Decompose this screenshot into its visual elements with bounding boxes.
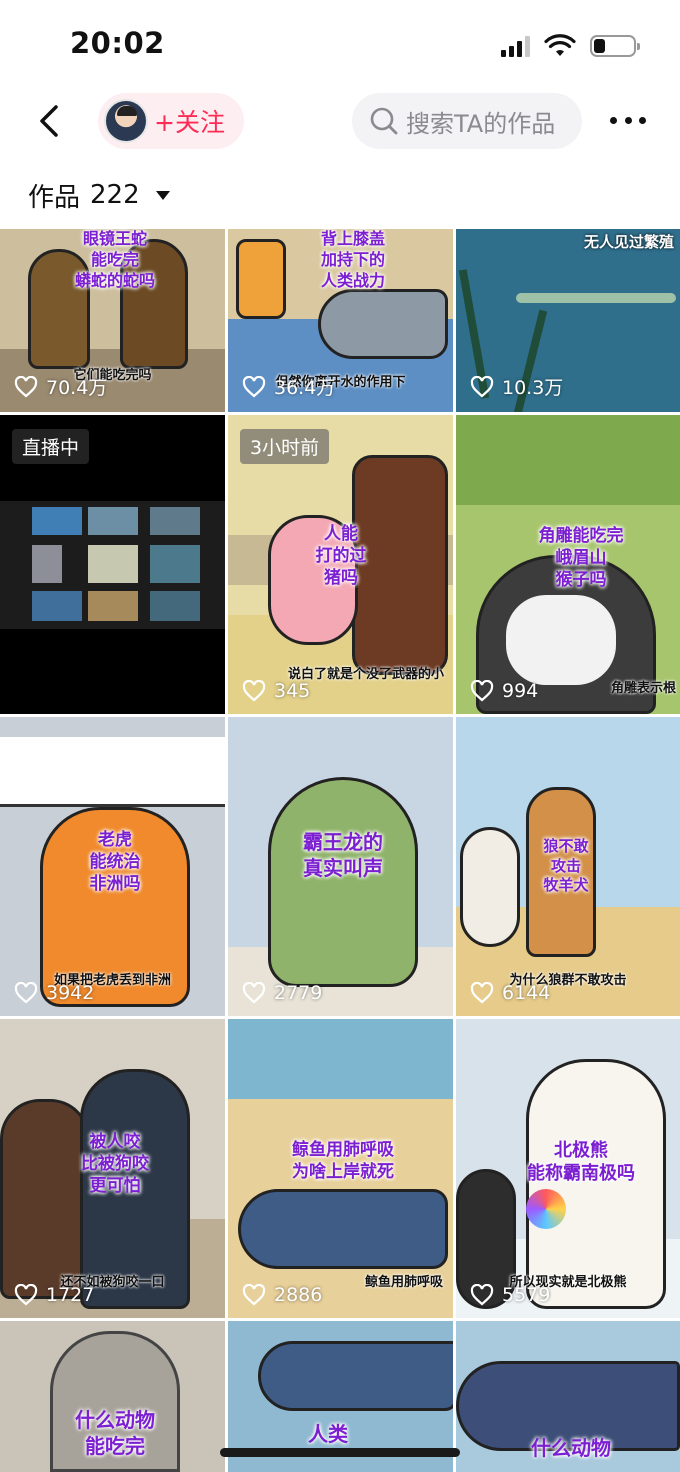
heart-icon	[14, 1284, 38, 1306]
like-count: 6144	[470, 982, 550, 1004]
video-title-overlay: 背上膝盖 加持下的 人类战力	[320, 229, 385, 290]
like-count-value: 6144	[502, 982, 551, 1004]
status-bar: 20:02	[0, 0, 680, 90]
like-count: 2886	[242, 1284, 322, 1306]
battery-icon	[590, 35, 640, 57]
more-dot-icon	[610, 116, 617, 124]
follow-button[interactable]: +关注	[98, 93, 244, 149]
search-input[interactable]: 搜索TA的作品	[352, 93, 582, 149]
wifi-icon	[544, 34, 576, 56]
video-tile[interactable]: 什么动物	[456, 1321, 680, 1472]
search-placeholder: 搜索TA的作品	[406, 109, 556, 138]
heart-icon	[242, 982, 266, 1004]
like-count: 2779	[242, 982, 322, 1004]
heart-icon	[242, 680, 266, 702]
video-title-overlay: 狼不敢 攻击 牧羊犬	[543, 837, 589, 894]
video-title-overlay: 北极熊 能称霸南极吗	[527, 1140, 635, 1185]
video-tile[interactable]: 北极熊 能称霸南极吗 所以现实就是北极熊 5579	[456, 1019, 680, 1318]
like-count-value: 2886	[274, 1284, 323, 1306]
works-tab[interactable]: 作品 222	[28, 175, 170, 215]
heart-icon	[470, 375, 494, 397]
heart-icon	[14, 375, 38, 397]
works-grid: 眼镜王蛇 能吃完 蟒蛇的蛇吗 它们能吃完吗 70.4万 背上膝盖 加持下的 人类…	[0, 229, 680, 1472]
video-tile[interactable]: 霸王龙的 真实叫声 2779	[228, 717, 453, 1016]
video-title-overlay: 人能 打的过 猪吗	[315, 524, 367, 589]
time-badge: 3小时前	[240, 429, 330, 464]
status-icons	[501, 32, 640, 60]
video-tile[interactable]: 鲸鱼用肺呼吸 为啥上岸就死 鲸鱼用肺呼吸 2886	[228, 1019, 453, 1318]
video-title-overlay: 角雕能吃完 峨眉山 猴子吗	[538, 526, 624, 591]
video-tile[interactable]: 被人咬 比被狗咬 更可怕 还不如被狗咬一口 1727	[0, 1019, 225, 1318]
live-badge: 直播中	[12, 429, 90, 464]
avatar[interactable]	[104, 99, 148, 143]
like-count-value: 345	[274, 680, 311, 702]
video-title-overlay: 什么动物 能吃完	[75, 1408, 155, 1458]
video-title-overlay: 人类	[308, 1422, 348, 1446]
like-count: 5579	[470, 1284, 550, 1306]
like-count-value: 10.3万	[502, 377, 564, 399]
follow-label: +关注	[154, 108, 225, 137]
more-options-button[interactable]	[610, 108, 646, 132]
live-tile[interactable]: 直播中	[0, 415, 225, 714]
video-tile[interactable]: 角雕能吃完 峨眉山 猴子吗 角雕表示根 994	[456, 415, 680, 714]
video-title-overlay: 被人咬 比被狗咬 更可怕	[81, 1132, 149, 1197]
like-count: 10.3万	[470, 373, 563, 400]
like-count-value: 1727	[46, 1284, 95, 1306]
home-indicator[interactable]	[220, 1448, 460, 1457]
caret-down-icon	[155, 190, 170, 200]
heart-icon	[14, 982, 38, 1004]
like-count: 36.4万	[242, 373, 335, 400]
like-count: 1727	[14, 1284, 94, 1306]
back-button[interactable]	[34, 104, 64, 138]
video-title-overlay: 什么动物	[531, 1436, 611, 1460]
video-tile[interactable]: 背上膝盖 加持下的 人类战力 但然你离开水的作用下 36.4万	[228, 229, 453, 412]
status-time: 20:02	[70, 26, 165, 60]
video-tile[interactable]: 什么动物 能吃完	[0, 1321, 225, 1472]
search-icon	[370, 107, 398, 135]
works-count: 222	[90, 180, 140, 210]
video-caption: 说白了就是个没了武器的小	[288, 667, 445, 682]
video-tile[interactable]: 眼镜王蛇 能吃完 蟒蛇的蛇吗 它们能吃完吗 70.4万	[0, 229, 225, 412]
video-caption: 鲸鱼用肺呼吸	[364, 1275, 443, 1290]
heart-icon	[242, 375, 266, 397]
video-tile[interactable]: 狼不敢 攻击 牧羊犬 为什么狼群不敢攻击 6144	[456, 717, 680, 1016]
like-count: 3942	[14, 982, 94, 1004]
profile-header: +关注 搜索TA的作品	[0, 90, 680, 152]
heart-icon	[470, 1284, 494, 1306]
video-tile[interactable]: 老虎 能统治 非洲吗 如果把老虎丢到非洲 3942	[0, 717, 225, 1016]
like-count-value: 994	[502, 680, 539, 702]
like-count-value: 2779	[274, 982, 323, 1004]
heart-icon	[242, 1284, 266, 1306]
like-count-value: 70.4万	[46, 377, 108, 399]
more-dot-icon	[624, 116, 632, 124]
works-label: 作品	[28, 182, 81, 213]
chevron-left-icon	[40, 105, 58, 137]
video-tile[interactable]: 无人见过繁殖 10.3万	[456, 229, 680, 412]
more-dot-icon	[639, 116, 646, 124]
like-count-value: 36.4万	[274, 377, 336, 399]
heart-icon	[470, 982, 494, 1004]
heart-icon	[470, 680, 494, 702]
video-title-overlay: 老虎 能统治 非洲吗	[89, 830, 141, 895]
video-title-overlay: 霸王龙的 真实叫声	[303, 830, 383, 880]
like-count: 70.4万	[14, 373, 107, 400]
video-tile[interactable]: 人能 打的过 猪吗 3小时前 说白了就是个没了武器的小 345	[228, 415, 453, 714]
like-count: 345	[242, 680, 310, 702]
video-title-overlay: 鲸鱼用肺呼吸 为啥上岸就死	[292, 1140, 394, 1183]
video-caption: 无人见过繁殖	[583, 233, 674, 251]
like-count-value: 5579	[502, 1284, 551, 1306]
video-caption: 角雕表示根	[610, 681, 676, 696]
like-count: 994	[470, 680, 538, 702]
signal-icon	[501, 35, 530, 57]
like-count-value: 3942	[46, 982, 95, 1004]
video-title-overlay: 眼镜王蛇 能吃完 蟒蛇的蛇吗	[74, 229, 155, 290]
